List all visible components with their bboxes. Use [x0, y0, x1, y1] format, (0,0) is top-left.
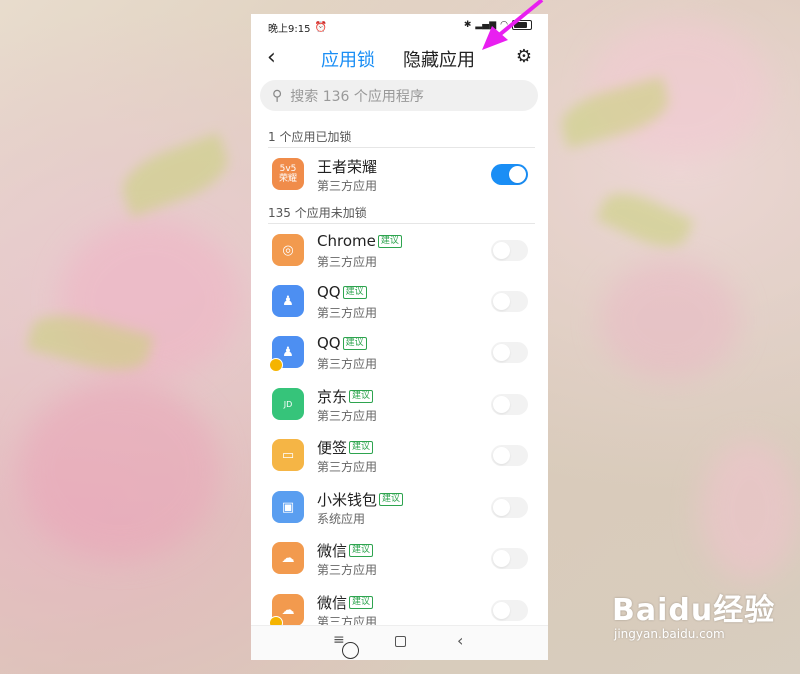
list-item[interactable]: ☁ 微信 建议 第三方应用 [251, 534, 548, 584]
app-name: 小米钱包 建议 [317, 489, 404, 510]
background-leaf [114, 132, 236, 218]
back-icon[interactable]: ‹ [267, 46, 276, 70]
app-name-text: 微信 [317, 542, 348, 560]
arrow-annotation-icon [482, 0, 544, 50]
app-name: Chrome 建议 [317, 232, 402, 250]
suggest-badge: 建议 [349, 596, 374, 609]
search-placeholder: 搜索 136 个应用程序 [290, 88, 424, 105]
lock-toggle[interactable] [491, 548, 528, 569]
background-blossom [20, 380, 220, 560]
suggest-badge: 建议 [342, 336, 367, 350]
app-name-text: 便签 [317, 439, 348, 457]
qq-icon: ♟ [272, 285, 304, 317]
suggest-badge: 建议 [349, 390, 374, 403]
phone-screen: 晚上9:15 ⏰ ✱ ▂▄▆ ◠ ‹ 应用锁 隐藏应用 ⚙ ⚲ 搜索 136 个… [251, 14, 548, 660]
lock-toggle[interactable] [491, 342, 528, 363]
lock-toggle[interactable] [491, 164, 528, 185]
app-name-text: 小米钱包 [317, 491, 378, 509]
baidu-watermark: Baidu经验 jingyan.baidu.com [612, 585, 775, 641]
status-time: 晚上9:15 [268, 23, 311, 35]
background-blossom [700, 440, 800, 580]
app-name: QQ 建议 [317, 334, 367, 352]
app-name-text: 王者荣耀 [317, 158, 378, 176]
app-type: 第三方应用 [317, 179, 378, 193]
list-item[interactable]: ▣ 小米钱包 建议 系统应用 [251, 483, 548, 533]
app-type: 第三方应用 [317, 460, 378, 474]
app-name-text: QQ [317, 334, 341, 352]
app-name: 王者荣耀 [317, 156, 377, 177]
divider [268, 147, 535, 148]
suggest-badge: 建议 [349, 544, 374, 557]
suggest-badge: 建议 [379, 493, 404, 506]
alarm-icon: ⏰ [314, 21, 327, 33]
watermark-url: jingyan.baidu.com [614, 627, 725, 641]
app-type: 第三方应用 [317, 255, 378, 269]
app-name-text: 京东 [317, 388, 348, 406]
unlocked-section-title: 135 个应用未加锁 [268, 206, 367, 220]
app-type: 第三方应用 [317, 306, 378, 320]
suggest-badge: 建议 [377, 234, 402, 248]
honor-of-kings-icon: 5v5 荣耀 [272, 158, 304, 190]
lock-toggle[interactable] [491, 445, 528, 466]
wechat-icon: ☁ [272, 542, 304, 574]
suggest-badge: 建议 [342, 285, 367, 299]
app-name-text: QQ [317, 283, 341, 301]
locked-section-title: 1 个应用已加锁 [268, 130, 352, 144]
wallet-icon: ▣ [272, 491, 304, 523]
app-name: 微信 建议 [317, 540, 374, 561]
navigation-bar: ≡ ‹ [251, 625, 548, 660]
list-item[interactable]: JD 京东 建议 第三方应用 [251, 380, 548, 430]
lock-toggle[interactable] [491, 600, 528, 621]
list-item[interactable]: ◎ Chrome 建议 第三方应用 [251, 226, 548, 276]
tab-applock[interactable]: 应用锁 [321, 46, 375, 72]
app-type: 系统应用 [317, 512, 366, 526]
lock-toggle[interactable] [491, 240, 528, 261]
app-name-text: 微信 [317, 594, 348, 612]
app-name: 便签 建议 [317, 437, 374, 458]
search-icon: ⚲ [272, 87, 283, 104]
touch-indicator [342, 642, 359, 659]
home-icon[interactable] [395, 636, 406, 647]
app-type: 第三方应用 [317, 409, 378, 423]
background-leaf [595, 182, 695, 258]
tab-hidden-apps[interactable]: 隐藏应用 [403, 46, 475, 72]
jd-icon: JD [272, 388, 304, 420]
list-item[interactable]: ♟ QQ 建议 第三方应用 [251, 277, 548, 327]
background-blossom [600, 260, 740, 380]
lock-toggle[interactable] [491, 497, 528, 518]
app-type: 第三方应用 [317, 357, 378, 371]
app-type: 第三方应用 [317, 563, 378, 577]
app-name: QQ 建议 [317, 283, 367, 301]
list-item[interactable]: ▭ 便签 建议 第三方应用 [251, 431, 548, 481]
app-name: 微信 建议 [317, 592, 374, 613]
app-name-text: Chrome [317, 232, 376, 250]
suggest-badge: 建议 [349, 441, 374, 454]
divider [268, 223, 535, 224]
lock-toggle[interactable] [491, 394, 528, 415]
dual-app-badge-icon [269, 358, 283, 372]
app-name: 京东 建议 [317, 386, 374, 407]
list-item[interactable]: ♟ QQ 建议 第三方应用 [251, 328, 548, 378]
lock-toggle[interactable] [491, 291, 528, 312]
notes-icon: ▭ [272, 439, 304, 471]
chrome-icon: ◎ [272, 234, 304, 266]
search-input[interactable]: ⚲ 搜索 136 个应用程序 [260, 80, 538, 111]
list-item[interactable]: 5v5 荣耀 王者荣耀 第三方应用 [251, 150, 548, 200]
watermark-logo: Baidu经验 [612, 593, 776, 628]
nav-back-icon[interactable]: ‹ [457, 631, 463, 650]
